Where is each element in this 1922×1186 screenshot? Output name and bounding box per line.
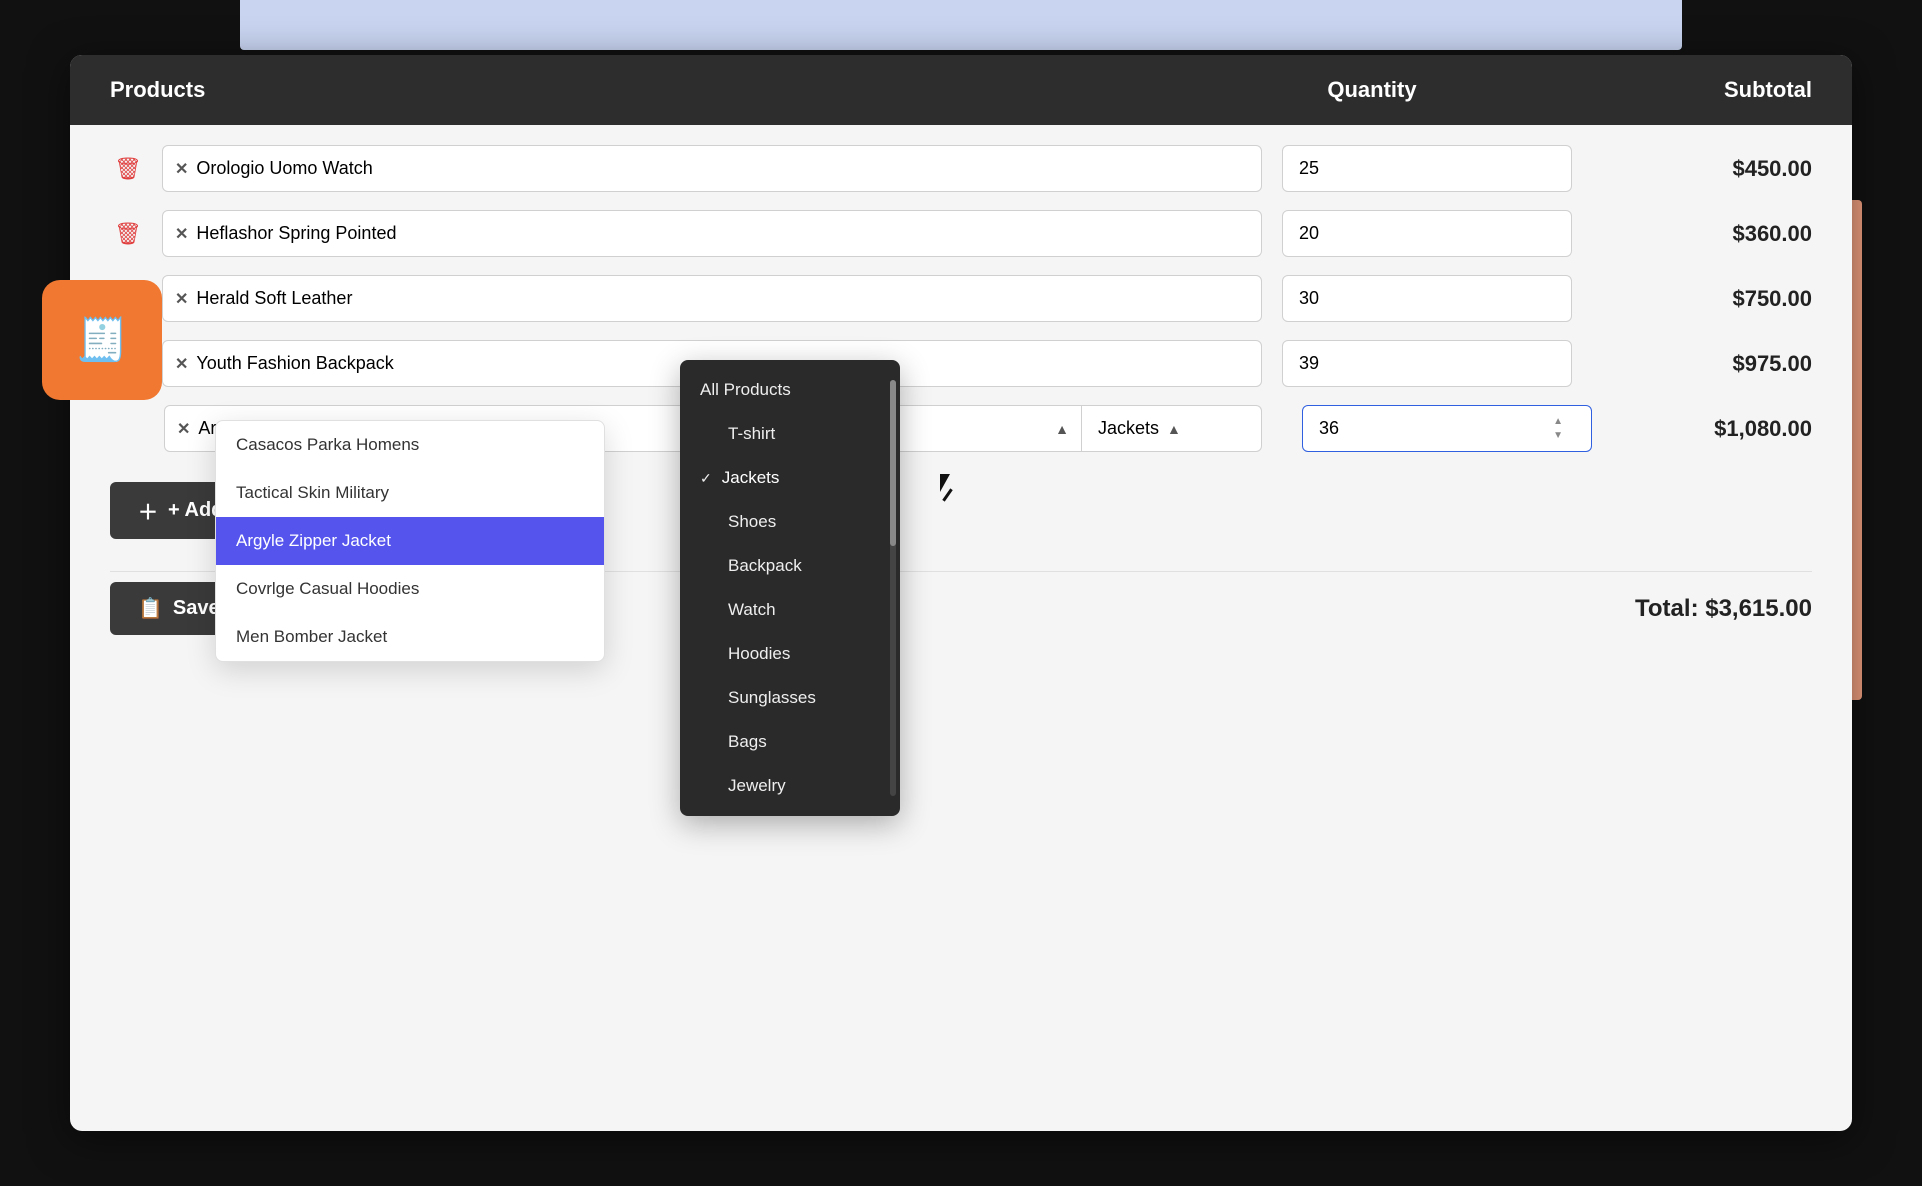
category-item-sunglasses[interactable]: Sunglasses [680, 676, 900, 720]
product-dropdown: Casacos Parka Homens Tactical Skin Milit… [215, 420, 605, 662]
total-display: Total: $3,615.00 [1635, 595, 1812, 623]
category-item-tshirt[interactable]: T-shirt [680, 412, 900, 456]
category-item-hoodies[interactable]: Hoodies [680, 632, 900, 676]
category-label-sunglasses: Sunglasses [728, 688, 816, 708]
table-row: 🗑 ✕ Herald Soft Leather $750.00 [110, 275, 1812, 322]
category-item-watch[interactable]: Watch [680, 588, 900, 632]
qty-spinners: ▲ ▼ [1552, 416, 1564, 442]
clear-icon-4: ✕ [175, 354, 188, 374]
product-dropdown-item[interactable]: Men Bomber Jacket [216, 613, 604, 661]
category-item-shoes[interactable]: Shoes [680, 500, 900, 544]
clear-icon-1: ✕ [175, 159, 188, 179]
table-row: 🗑 ✕ Orologio Uomo Watch $450.00 [110, 145, 1812, 192]
category-label-jackets: Jackets [722, 468, 780, 488]
category-all-products[interactable]: All Products [680, 368, 900, 412]
delete-row-1-button[interactable]: 🗑 [110, 152, 146, 186]
category-selector[interactable]: Jackets ▲ [1082, 405, 1262, 452]
table-header: Products Quantity Subtotal [70, 55, 1852, 125]
category-item-jackets[interactable]: ✓ Jackets [680, 456, 900, 500]
category-label-hoodies: Hoodies [728, 644, 790, 664]
category-item-bags[interactable]: Bags [680, 720, 900, 764]
active-qty-wrap: ▲ ▼ [1282, 405, 1572, 452]
product-input-3[interactable]: ✕ Herald Soft Leather [162, 275, 1262, 322]
product-input-1[interactable]: ✕ Orologio Uomo Watch [162, 145, 1262, 192]
product-dropdown-item[interactable]: Covrlge Casual Hoodies [216, 565, 604, 613]
category-label-watch: Watch [728, 600, 776, 620]
product-name-3: Herald Soft Leather [196, 288, 352, 309]
category-label-jewelry: Jewelry [728, 776, 786, 796]
chevron-up-icon: ▲ [1055, 421, 1069, 437]
save-order-icon: 📋 [138, 596, 163, 621]
header-products: Products [110, 77, 1212, 103]
subtotal-1: $450.00 [1572, 156, 1812, 182]
active-category-name: Jackets [1098, 418, 1159, 439]
subtotal-4: $975.00 [1572, 351, 1812, 377]
category-dropdown: All Products T-shirt ✓ Jackets Shoes Bac… [680, 360, 900, 816]
qty-input-2[interactable] [1282, 210, 1572, 257]
product-name-2: Heflashor Spring Pointed [196, 223, 396, 244]
app-icon-box: 🧾 [42, 280, 162, 400]
add-products-icon: ＋ [138, 496, 158, 525]
all-products-label: All Products [700, 380, 791, 400]
product-input-wrap-1: ✕ Orologio Uomo Watch [162, 145, 1262, 192]
header-subtotal: Subtotal [1532, 77, 1812, 103]
clear-icon-3: ✕ [175, 289, 188, 309]
check-icon-jackets: ✓ [700, 470, 712, 487]
header-quantity: Quantity [1212, 77, 1532, 103]
active-qty-input[interactable] [1302, 405, 1592, 452]
clear-icon-2: ✕ [175, 224, 188, 244]
product-name-4: Youth Fashion Backpack [196, 353, 393, 374]
active-subtotal: $1,080.00 [1572, 416, 1812, 442]
delete-row-2-button[interactable]: 🗑 [110, 217, 146, 251]
scrollbar-track[interactable] [890, 380, 896, 796]
category-label-backpack: Backpack [728, 556, 802, 576]
product-input-wrap-2: ✕ Heflashor Spring Pointed [162, 210, 1262, 257]
category-label-shoes: Shoes [728, 512, 776, 532]
category-chevron-icon: ▲ [1167, 421, 1181, 437]
category-item-backpack[interactable]: Backpack [680, 544, 900, 588]
subtotal-3: $750.00 [1572, 286, 1812, 312]
app-icon: 🧾 [76, 316, 128, 365]
product-dropdown-item[interactable]: Tactical Skin Military [216, 469, 604, 517]
subtotal-2: $360.00 [1572, 221, 1812, 247]
qty-input-4[interactable] [1282, 340, 1572, 387]
product-name-1: Orologio Uomo Watch [196, 158, 372, 179]
active-clear-icon: ✕ [177, 419, 190, 439]
table-row: 🗑 ✕ Youth Fashion Backpack $975.00 [110, 340, 1812, 387]
qty-up-button[interactable]: ▲ [1552, 416, 1564, 428]
product-input-wrap-3: ✕ Herald Soft Leather [162, 275, 1262, 322]
table-row: 🗑 ✕ Heflashor Spring Pointed $360.00 [110, 210, 1812, 257]
category-label-bags: Bags [728, 732, 767, 752]
qty-input-1[interactable] [1282, 145, 1572, 192]
top-bar-decoration [240, 0, 1682, 50]
category-item-jewelry[interactable]: Jewelry [680, 764, 900, 808]
category-label-tshirt: T-shirt [728, 424, 775, 444]
qty-down-button[interactable]: ▼ [1552, 430, 1564, 442]
qty-input-3[interactable] [1282, 275, 1572, 322]
mouse-cursor [940, 474, 964, 506]
scrollbar-thumb [890, 380, 896, 546]
product-dropdown-item-selected[interactable]: Argyle Zipper Jacket [216, 517, 604, 565]
product-input-2[interactable]: ✕ Heflashor Spring Pointed [162, 210, 1262, 257]
product-dropdown-item[interactable]: Casacos Parka Homens [216, 421, 604, 469]
